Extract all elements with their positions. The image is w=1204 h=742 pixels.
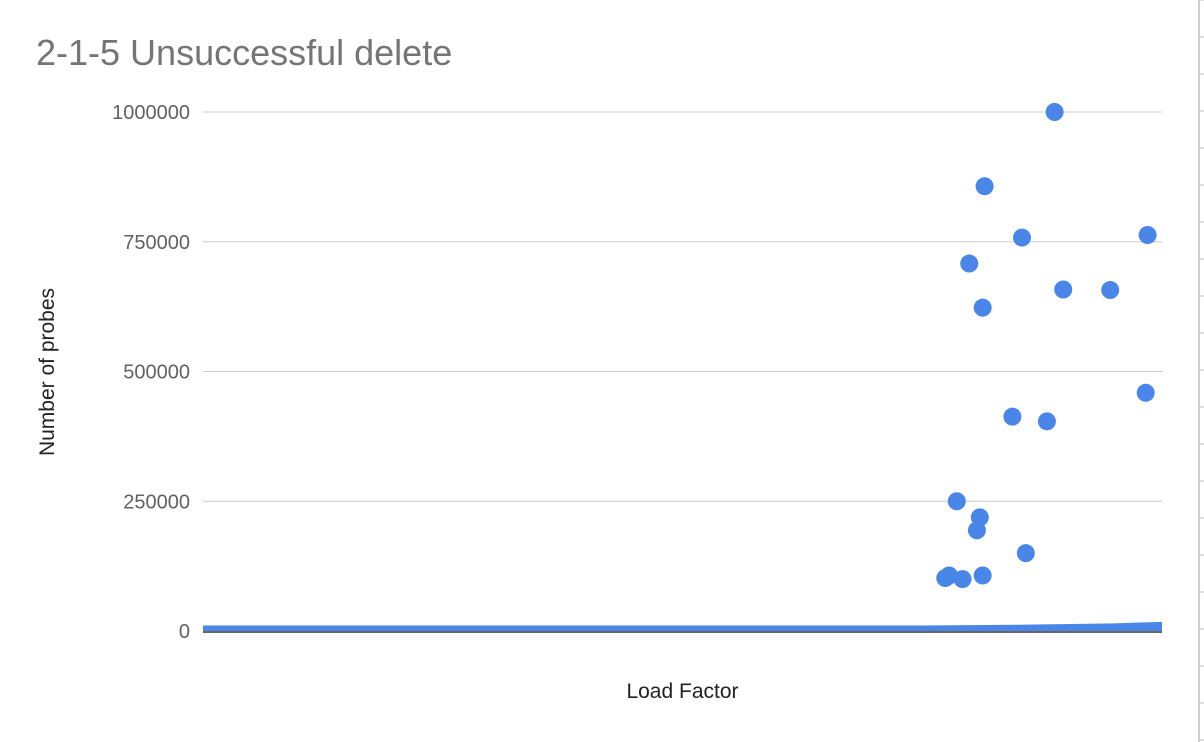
- baseline-band: [203, 621, 1162, 631]
- data-point: [1136, 383, 1155, 402]
- data-points: [936, 103, 1157, 589]
- data-point: [973, 298, 992, 317]
- data-point: [1037, 412, 1056, 431]
- data-point: [1016, 544, 1035, 563]
- data-point: [975, 177, 994, 196]
- y-axis-title: Number of probes: [36, 288, 59, 456]
- gridlines: [203, 111, 1162, 502]
- data-point: [1101, 281, 1120, 300]
- data-point: [953, 570, 972, 589]
- data-point: [967, 521, 986, 540]
- y-tick-label: 750000: [123, 232, 190, 254]
- data-point: [960, 254, 979, 273]
- y-axis-ticks: 0 250000 500000 750000 1000000: [112, 102, 190, 643]
- y-tick-label: 1000000: [112, 102, 190, 124]
- data-point: [973, 566, 992, 585]
- data-point: [1054, 280, 1073, 299]
- y-tick-label: 0: [179, 621, 190, 643]
- baseline-band-area: [203, 621, 1162, 631]
- data-point: [1045, 103, 1064, 121]
- data-point: [1012, 228, 1031, 247]
- data-point: [1138, 226, 1157, 245]
- y-tick-label: 250000: [123, 491, 190, 513]
- scatter-plot: 0 250000 500000 750000 1000000 Load Factor N…: [36, 102, 1162, 703]
- x-axis-title: Load Factor: [626, 680, 738, 703]
- data-point: [1003, 407, 1022, 426]
- data-point: [947, 492, 966, 511]
- data-point: [936, 569, 955, 588]
- y-tick-label: 500000: [123, 362, 190, 384]
- panel-right-ticks: [1200, 0, 1204, 741]
